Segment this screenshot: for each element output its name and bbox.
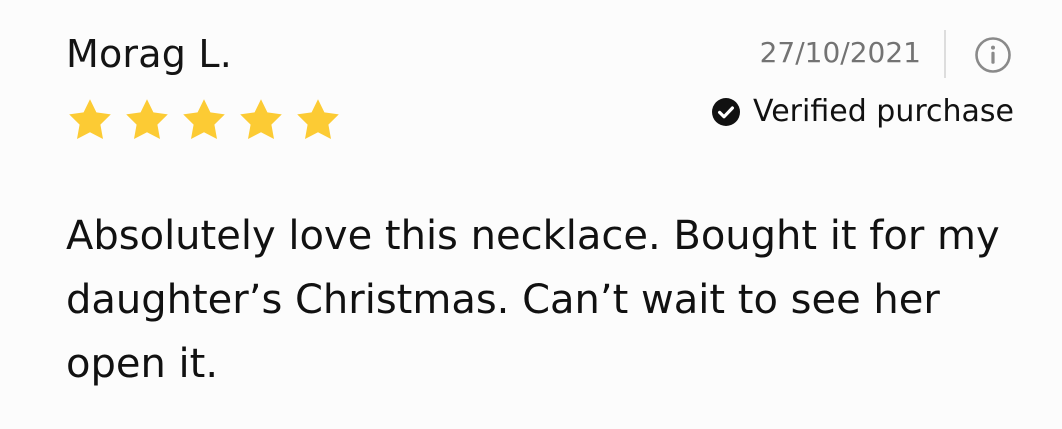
info-icon[interactable] xyxy=(974,36,1012,74)
star-icon xyxy=(183,99,225,139)
review-date: 27/10/2021 xyxy=(759,36,921,69)
star-icon xyxy=(297,99,339,139)
star-icon xyxy=(240,99,282,139)
star-icon xyxy=(69,99,111,139)
star-rating xyxy=(66,96,342,144)
star-icon xyxy=(126,99,168,139)
header-divider xyxy=(944,30,946,78)
verified-purchase-badge: Verified purchase xyxy=(711,92,1014,132)
check-circle-icon xyxy=(712,98,741,126)
reviewer-name: Morag L. xyxy=(66,32,232,76)
verified-label: Verified purchase xyxy=(753,94,1014,129)
review-text: Absolutely love this necklace. Bought it… xyxy=(66,213,1000,387)
review-card: Morag L. 27/10/2021 Verified purchase Ab… xyxy=(0,0,1062,429)
